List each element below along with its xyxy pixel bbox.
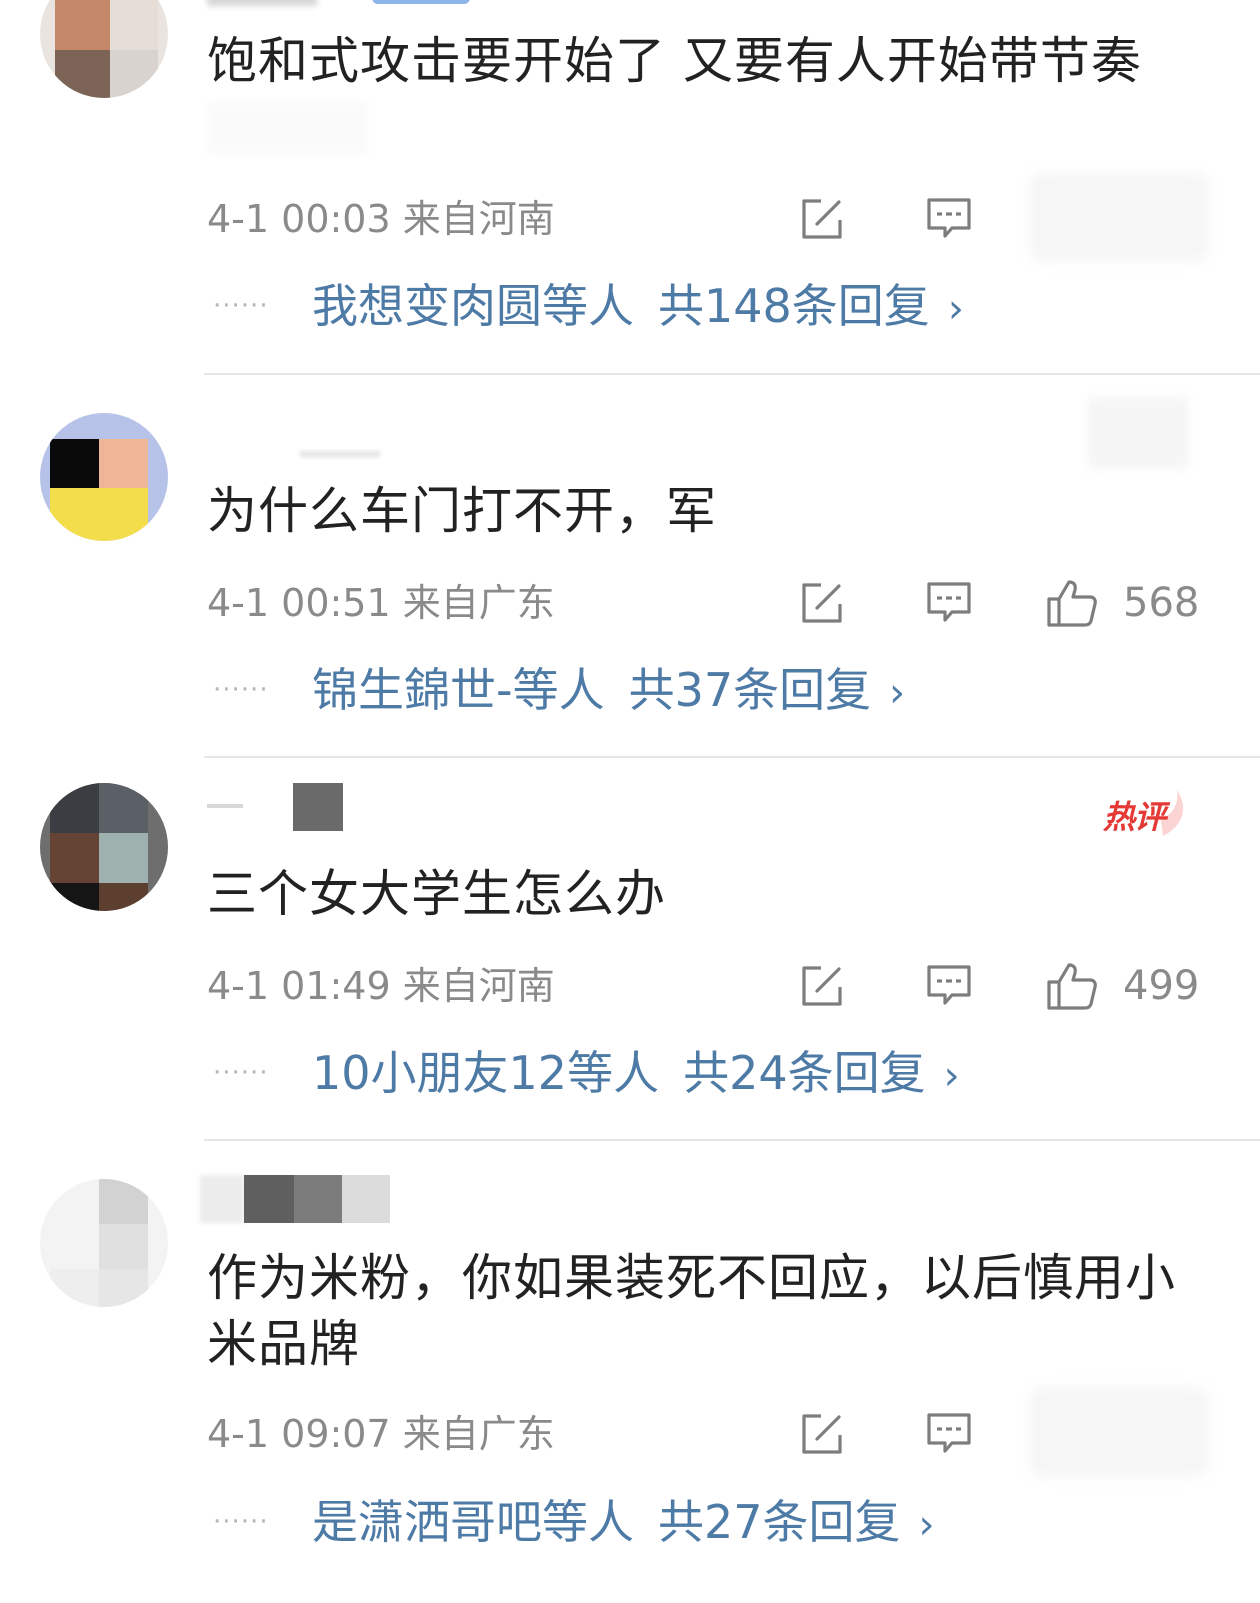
share-icon[interactable] <box>799 1411 845 1457</box>
username-blurred[interactable] <box>300 451 380 457</box>
comment-icon[interactable] <box>925 1411 973 1457</box>
comment-time-location: 4-1 09:07 来自广东 <box>207 1412 555 1456</box>
thumbs-up-icon <box>1047 580 1097 627</box>
like-count: 568 <box>1123 580 1200 626</box>
view-replies-link[interactable]: ······ 锦生錦世-等人 共37条回复 › <box>207 660 1207 720</box>
replies-names: 我想变肉圆等人 <box>312 279 634 333</box>
comment-time-location: 4-1 00:03 来自河南 <box>207 197 555 241</box>
comment-icon[interactable] <box>925 963 973 1009</box>
share-icon[interactable] <box>799 963 845 1009</box>
replies-names: 是潇洒哥吧等人 <box>312 1495 634 1549</box>
name-dots-blurred <box>207 804 243 808</box>
comment-meta: 4-1 09:07 来自广东 <box>207 1387 1209 1477</box>
comment-time-location: 4-1 00:51 来自广东 <box>207 581 555 625</box>
hot-comment-badge: 热评 <box>1103 786 1189 842</box>
replies-names: 锦生錦世-等人 <box>312 663 605 717</box>
thumbs-up-icon <box>1047 963 1097 1010</box>
comment-text: 饱和式攻击要开始了 又要有人开始带节奏 <box>207 32 1142 90</box>
comment-item: 热评 三个女大学生怎么办 4-1 01:49 来自河南 499 ······ 1… <box>0 758 1260 1141</box>
replies-summary[interactable]: 是潇洒哥吧等人 共27条回复 › <box>312 1492 935 1555</box>
like-button-blurred[interactable] <box>1029 172 1209 262</box>
like-button[interactable]: 568 <box>1045 578 1205 628</box>
comment-text: 为什么车门打不开，军 <box>207 482 717 540</box>
hot-badge-label: 热评 <box>1103 798 1166 836</box>
comment-text: 作为米粉，你如果装死不回应，以后慎用小米品牌 <box>207 1249 1176 1373</box>
replies-dots: ······ <box>213 1507 269 1537</box>
username-blurred[interactable] <box>200 1175 390 1223</box>
replies-summary[interactable]: 锦生錦世-等人 共37条回复 › <box>312 660 905 723</box>
replies-names: 10小朋友12等人 <box>312 1046 660 1100</box>
avatar[interactable] <box>40 1179 168 1307</box>
replies-dots: ······ <box>213 1058 269 1088</box>
comment-item: 饱和式攻击要开始了 又要有人开始带节奏 4-1 00:03 来自河南 ·····… <box>0 0 1260 375</box>
avatar[interactable] <box>40 783 168 911</box>
like-count: 499 <box>1123 963 1200 1009</box>
username-blurred[interactable] <box>293 783 343 831</box>
badge-blurred <box>1088 397 1188 469</box>
comment-item: 作为米粉，你如果装死不回应，以后慎用小米品牌 4-1 09:07 来自广东 ··… <box>0 1141 1260 1603</box>
comment-meta: 4-1 00:03 来自河南 <box>207 172 1209 262</box>
text-blur-fragment <box>207 102 367 154</box>
view-replies-link[interactable]: ······ 我想变肉圆等人 共148条回复 › <box>207 276 1207 336</box>
username-blurred[interactable] <box>207 0 317 6</box>
comment-item: 为什么车门打不开，军 4-1 00:51 来自广东 568 ······ 锦生錦… <box>0 375 1260 758</box>
replies-dots: ······ <box>213 291 269 321</box>
replies-total: 共148条回复 <box>658 279 930 333</box>
avatar[interactable] <box>40 0 168 98</box>
chevron-right-icon: › <box>943 1053 960 1099</box>
share-icon[interactable] <box>799 196 845 242</box>
like-button[interactable]: 499 <box>1045 961 1205 1011</box>
comment-time-location: 4-1 01:49 来自河南 <box>207 964 555 1008</box>
avatar[interactable] <box>40 413 168 541</box>
chevron-right-icon: › <box>889 670 906 716</box>
chevron-right-icon: › <box>918 1502 935 1548</box>
replies-total: 共37条回复 <box>628 663 872 717</box>
replies-total: 共24条回复 <box>683 1046 926 1100</box>
replies-summary[interactable]: 10小朋友12等人 共24条回复 › <box>312 1043 960 1106</box>
view-replies-link[interactable]: ······ 是潇洒哥吧等人 共27条回复 › <box>207 1492 1207 1552</box>
comment-icon[interactable] <box>925 580 973 626</box>
replies-summary[interactable]: 我想变肉圆等人 共148条回复 › <box>312 276 964 339</box>
like-button-blurred[interactable] <box>1029 1387 1209 1477</box>
user-badge-blurred <box>372 0 470 4</box>
view-replies-link[interactable]: ······ 10小朋友12等人 共24条回复 › <box>207 1043 1207 1103</box>
replies-dots: ······ <box>213 675 269 705</box>
replies-total: 共27条回复 <box>658 1495 901 1549</box>
comment-icon[interactable] <box>925 196 973 242</box>
comment-text: 三个女大学生怎么办 <box>207 865 666 923</box>
comment-meta: 4-1 01:49 来自河南 499 <box>207 961 1207 1011</box>
chevron-right-icon: › <box>947 286 964 332</box>
share-icon[interactable] <box>799 580 845 626</box>
comment-meta: 4-1 00:51 来自广东 568 <box>207 578 1207 628</box>
